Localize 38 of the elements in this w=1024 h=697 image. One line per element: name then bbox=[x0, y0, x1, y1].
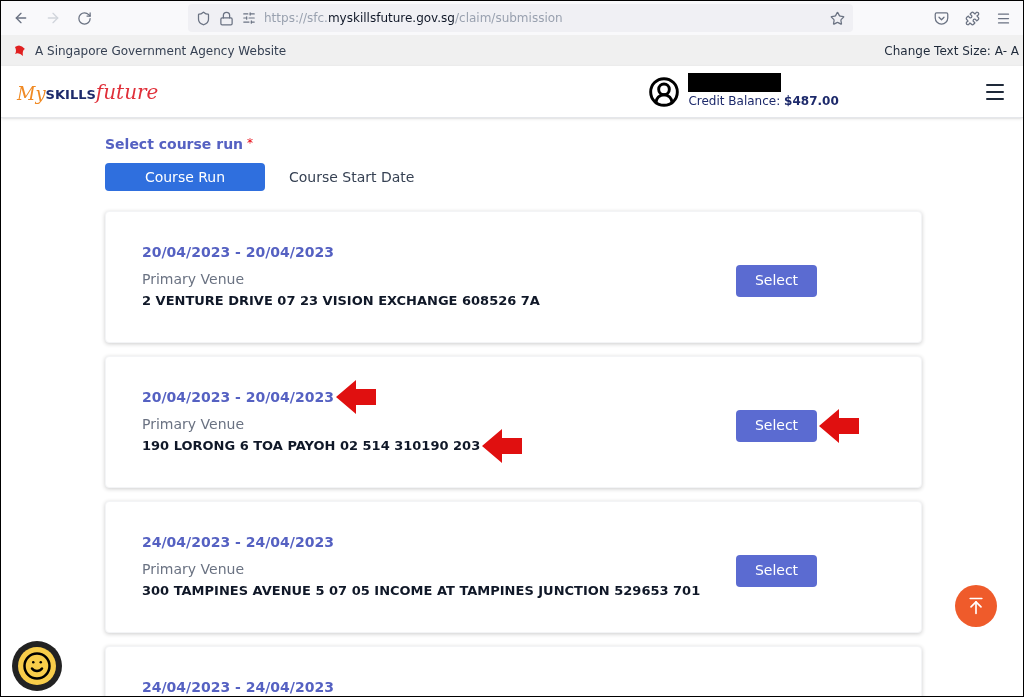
select-button[interactable]: Select bbox=[736, 264, 817, 297]
user-avatar-icon[interactable] bbox=[648, 75, 681, 108]
address-bar[interactable]: https://sfc.myskillsfuture.gov.sg/claim/submission bbox=[188, 4, 853, 32]
reload-icon[interactable] bbox=[77, 10, 92, 26]
tab[interactable]: Course Start Date bbox=[289, 163, 415, 191]
venue-label: Primary Venue bbox=[142, 560, 245, 579]
section-label: Select course run bbox=[105, 135, 244, 154]
course-dates: 20/04/2023 - 20/04/2023 bbox=[142, 242, 334, 262]
extensions-icon[interactable] bbox=[965, 10, 980, 26]
venue-label: Primary Venue bbox=[142, 270, 245, 289]
required-mark: * bbox=[247, 135, 254, 152]
pointer-arrow-icon bbox=[817, 406, 861, 445]
scroll-to-top-button[interactable] bbox=[955, 585, 997, 627]
venue-address: 2 VENTURE DRIVE 07 23 VISION EXCHANGE 608526 7A bbox=[142, 292, 540, 311]
select-button[interactable]: Select bbox=[736, 554, 817, 587]
credit-balance: Credit Balance: $487.00 bbox=[688, 93, 839, 110]
pointer-arrow-icon bbox=[480, 427, 525, 465]
course-dates: 24/04/2023 - 24/04/2023 bbox=[142, 532, 334, 552]
lock-icon bbox=[219, 10, 234, 26]
permissions-icon bbox=[242, 11, 256, 25]
select-button[interactable]: Select bbox=[736, 409, 817, 442]
course-dates: 24/04/2023 - 24/04/2023 bbox=[142, 677, 334, 696]
text-size-control[interactable]: Change Text Size: A- A bbox=[884, 41, 1019, 60]
logo[interactable]: MySKILLSfuture bbox=[17, 76, 159, 107]
shield-icon bbox=[196, 10, 211, 26]
smiley-icon bbox=[22, 651, 52, 681]
venue-label: Primary Venue bbox=[142, 415, 245, 434]
venue-address: 190 LORONG 6 TOA PAYOH 02 514 310190 203 bbox=[142, 437, 481, 456]
course-dates: 20/04/2023 - 20/04/2023 bbox=[142, 387, 334, 407]
bookmark-star-icon[interactable] bbox=[830, 10, 845, 26]
back-icon[interactable] bbox=[13, 10, 29, 26]
pocket-icon[interactable] bbox=[934, 10, 949, 26]
venue-address: 300 TAMPINES AVENUE 5 07 05 INCOME AT TAMPINES JUNCTION 529653 701 bbox=[142, 582, 701, 601]
arrow-up-to-line-icon bbox=[966, 596, 986, 616]
feedback-button[interactable] bbox=[12, 641, 62, 691]
tab[interactable]: Course Run bbox=[105, 163, 265, 191]
gov-banner-text: A Singapore Government Agency Website bbox=[35, 42, 287, 60]
url-text: https://sfc.myskillsfuture.gov.sg/claim/submission bbox=[264, 10, 563, 27]
